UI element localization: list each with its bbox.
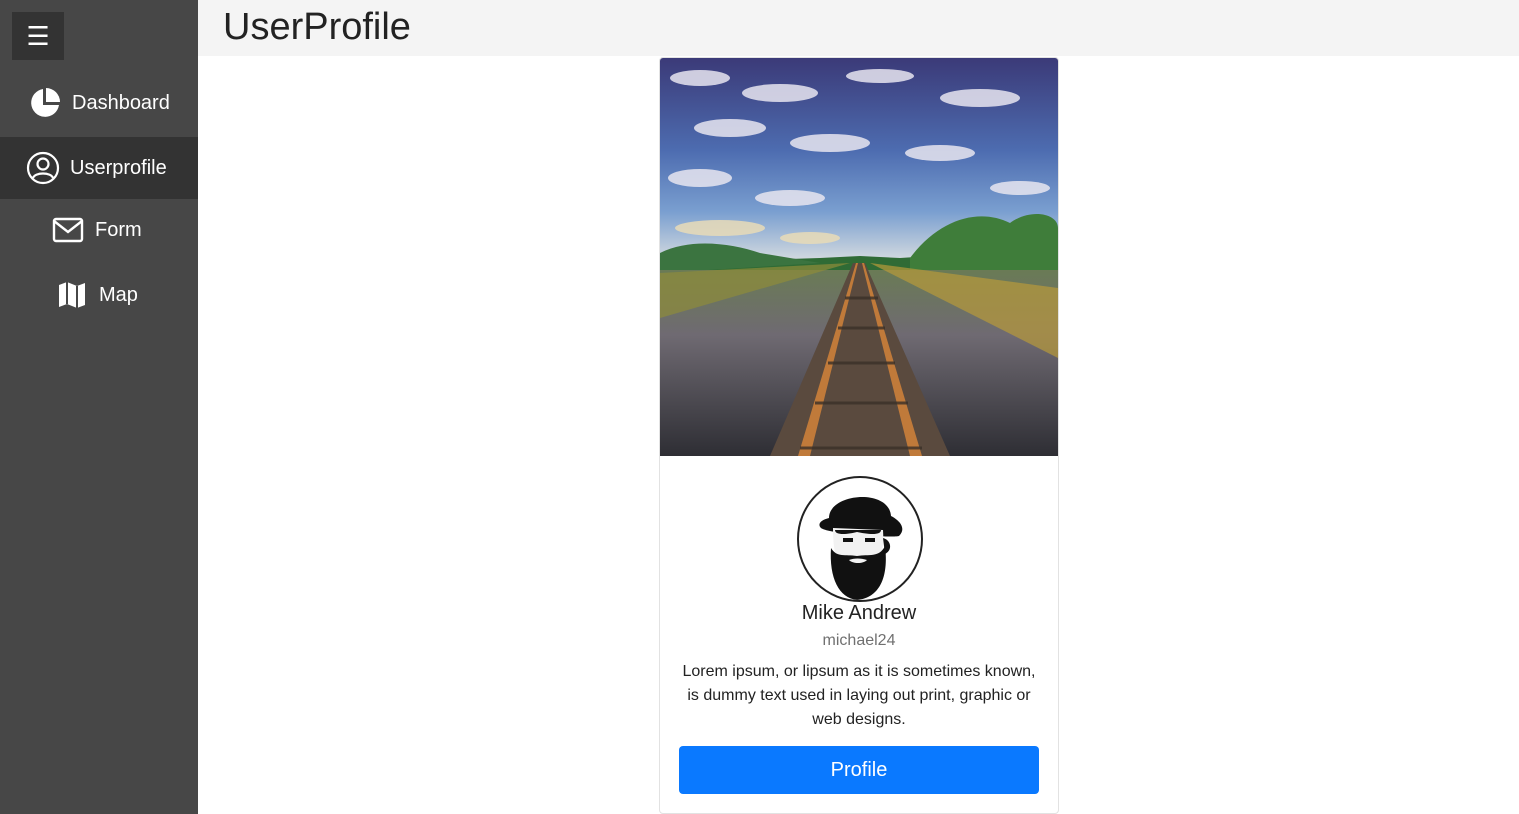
pie-chart-icon — [28, 86, 62, 120]
hamburger-icon: ☰ — [26, 21, 50, 51]
profile-name: Mike Andrew — [801, 602, 917, 624]
sidebar: ☰ Dashboard Userprofile Form Map — [0, 0, 198, 814]
sidebar-item-label: Map — [99, 283, 138, 306]
profile-button[interactable]: Profile — [679, 746, 1039, 794]
map-icon — [55, 278, 89, 312]
top-bar: UserProfile — [198, 0, 1519, 56]
sidebar-item-userprofile[interactable]: Userprofile — [0, 137, 198, 199]
page-title: UserProfile — [223, 6, 411, 48]
profile-username: michael24 — [822, 632, 896, 649]
sidebar-item-label: Form — [95, 218, 142, 241]
envelope-icon — [51, 213, 85, 247]
menu-toggle-button[interactable]: ☰ — [12, 12, 64, 60]
sidebar-item-dashboard[interactable]: Dashboard — [0, 72, 198, 134]
sidebar-item-label: Dashboard — [72, 91, 170, 114]
sidebar-item-map[interactable]: Map — [0, 264, 198, 326]
profile-bio: Lorem ipsum, or lipsum as it is sometime… — [682, 663, 1036, 728]
sidebar-item-form[interactable]: Form — [0, 199, 198, 261]
avatar — [797, 476, 923, 602]
user-circle-icon — [26, 151, 60, 185]
cover-image — [660, 58, 1058, 456]
sidebar-item-label: Userprofile — [70, 156, 167, 179]
profile-card: Mike Andrew michael24 Lorem ipsum, or li… — [659, 57, 1059, 814]
bearded-man-avatar-image — [819, 497, 903, 600]
